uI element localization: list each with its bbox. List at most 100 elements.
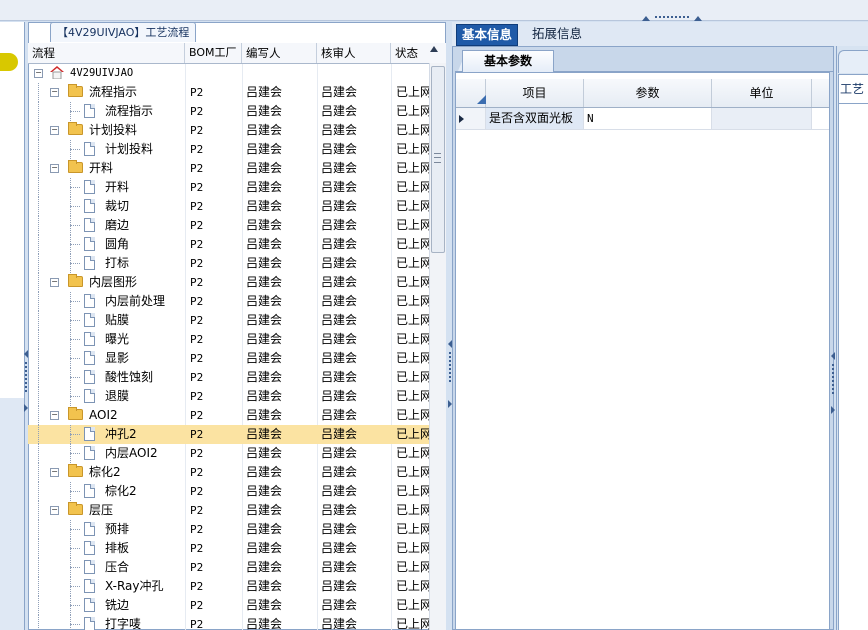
tab-extended-info[interactable]: 拓展信息 (527, 24, 587, 44)
select-all-icon[interactable] (477, 95, 486, 104)
collapse-node-icon[interactable]: − (50, 411, 59, 420)
tab-basic-params[interactable]: 基本参数 (462, 50, 554, 72)
grid-col-item[interactable]: 项目 (486, 79, 584, 107)
status-cell: 已上网 (396, 313, 429, 327)
bom-plant-cell: P2 (190, 200, 204, 213)
col-header-reviewer[interactable]: 核审人 (317, 43, 391, 63)
tree-connector-line (70, 615, 71, 630)
tree-leaf-node[interactable]: 磨边 P2 吕建会 吕建会 已上网 (28, 216, 429, 235)
tree-leaf-node[interactable]: 打标 P2 吕建会 吕建会 已上网 (28, 254, 429, 273)
tree-leaf-node[interactable]: 曝光 P2 吕建会 吕建会 已上网 (28, 330, 429, 349)
status-indicator-pill[interactable] (0, 53, 18, 71)
tree-node-label: 棕化2 (89, 465, 121, 479)
collapse-node-icon[interactable]: − (50, 164, 59, 173)
tree-connector-line (70, 149, 80, 150)
tree-leaf-node[interactable]: 压合 P2 吕建会 吕建会 已上网 (28, 558, 429, 577)
cell-unit[interactable] (712, 108, 812, 129)
tree-connector-line (70, 453, 80, 454)
document-icon (84, 218, 95, 232)
tree-connector-line (70, 434, 80, 435)
tree-node-label: 铣边 (105, 598, 130, 612)
writer-cell: 吕建会 (246, 427, 283, 441)
reviewer-cell: 吕建会 (321, 370, 358, 384)
tree-connector-line (70, 624, 80, 625)
tree-folder-node[interactable]: − 计划投料 P2 吕建会 吕建会 已上网 (28, 121, 429, 140)
col-header-bom-plant[interactable]: BOM工厂 (185, 43, 242, 63)
writer-cell: 吕建会 (246, 237, 283, 251)
tree-connector-line (38, 425, 39, 444)
tree-leaf-node[interactable]: 冲孔2 P2 吕建会 吕建会 已上网 (28, 425, 429, 444)
tree-connector-line (70, 225, 80, 226)
cell-param[interactable]: N (584, 108, 712, 129)
tree-leaf-node[interactable]: X-Ray冲孔 P2 吕建会 吕建会 已上网 (28, 577, 429, 596)
tree-connector-line (70, 358, 80, 359)
cell-item[interactable]: 是否含双面光板 (486, 108, 584, 129)
tree-connector-line (38, 444, 39, 463)
tree-leaf-node[interactable]: 圆角 P2 吕建会 吕建会 已上网 (28, 235, 429, 254)
collapse-node-icon[interactable]: − (50, 88, 59, 97)
expand-right-arrow-icon[interactable] (831, 406, 835, 414)
vertical-splitter-grip-right[interactable] (831, 364, 835, 424)
tree-node-label: 计划投料 (89, 123, 138, 137)
tree-leaf-node[interactable]: 显影 P2 吕建会 吕建会 已上网 (28, 349, 429, 368)
folder-icon (68, 84, 83, 97)
tree-folder-node[interactable]: − 内层图形 P2 吕建会 吕建会 已上网 (28, 273, 429, 292)
tree-leaf-node[interactable]: 开料 P2 吕建会 吕建会 已上网 (28, 178, 429, 197)
status-cell: 已上网 (396, 389, 429, 403)
tree-leaf-node[interactable]: 棕化2 P2 吕建会 吕建会 已上网 (28, 482, 429, 501)
col-header-status[interactable]: 状态 (391, 43, 429, 63)
document-icon (84, 446, 95, 460)
tree-connector-line (70, 444, 71, 463)
tree-leaf-node[interactable]: 内层AOI2 P2 吕建会 吕建会 已上网 (28, 444, 429, 463)
tree-node-label: 内层AOI2 (105, 446, 158, 460)
expand-up-arrow-icon[interactable] (694, 16, 702, 21)
tree-leaf-node[interactable]: 酸性蚀刻 P2 吕建会 吕建会 已上网 (28, 368, 429, 387)
tree-leaf-node[interactable]: 贴膜 P2 吕建会 吕建会 已上网 (28, 311, 429, 330)
tree-node-label: 开料 (105, 180, 130, 194)
collapse-node-icon[interactable]: − (50, 126, 59, 135)
col-header-process[interactable]: 流程 (28, 43, 185, 63)
tree-leaf-node[interactable]: 计划投料 P2 吕建会 吕建会 已上网 (28, 140, 429, 159)
tree-folder-node[interactable]: − 层压 P2 吕建会 吕建会 已上网 (28, 501, 429, 520)
tree-panel-tab[interactable]: 【4V29UIVJAO】工艺流程 (50, 22, 197, 42)
bom-plant-cell (190, 64, 244, 83)
collapse-node-icon[interactable]: − (34, 69, 43, 78)
bom-plant-cell: P2 (190, 618, 204, 630)
tree-folder-node[interactable]: − 流程指示 P2 吕建会 吕建会 已上网 (28, 83, 429, 102)
col-header-writer[interactable]: 编写人 (242, 43, 317, 63)
bom-plant-cell: P2 (190, 599, 204, 612)
document-icon (84, 484, 95, 498)
collapse-left-arrow-icon[interactable] (831, 352, 835, 360)
tab-basic-info[interactable]: 基本信息 (456, 24, 519, 46)
reviewer-cell: 吕建会 (321, 351, 358, 365)
tree-leaf-node[interactable]: 排板 P2 吕建会 吕建会 已上网 (28, 539, 429, 558)
tree-leaf-node[interactable]: 内层前处理 P2 吕建会 吕建会 已上网 (28, 292, 429, 311)
writer-cell: 吕建会 (246, 560, 283, 574)
writer-cell: 吕建会 (246, 484, 283, 498)
tree-connector-line (38, 349, 39, 368)
reviewer-cell: 吕建会 (321, 142, 358, 156)
tree-folder-node[interactable]: − 开料 P2 吕建会 吕建会 已上网 (28, 159, 429, 178)
writer-cell: 吕建会 (246, 199, 283, 213)
status-cell: 已上网 (396, 598, 429, 612)
collapse-up-arrow-icon[interactable] (642, 16, 650, 21)
tree-folder-node[interactable]: − 棕化2 P2 吕建会 吕建会 已上网 (28, 463, 429, 482)
tree-leaf-node[interactable]: 打字唛 P2 吕建会 吕建会 已上网 (28, 615, 429, 630)
tree-leaf-node[interactable]: 流程指示 P2 吕建会 吕建会 已上网 (28, 102, 429, 121)
grid-col-param[interactable]: 参数 (584, 79, 712, 107)
collapse-node-icon[interactable]: − (50, 468, 59, 477)
tree-node-label: 预排 (105, 522, 130, 536)
tree-root-node[interactable]: − 4V29UIVJAO (28, 64, 429, 83)
document-icon (84, 541, 95, 555)
collapse-node-icon[interactable]: − (50, 278, 59, 287)
tree-leaf-node[interactable]: 裁切 P2 吕建会 吕建会 已上网 (28, 197, 429, 216)
tree-leaf-node[interactable]: 退膜 P2 吕建会 吕建会 已上网 (28, 387, 429, 406)
scroll-up-arrow-icon[interactable] (430, 46, 438, 52)
tree-connector-line (70, 140, 71, 159)
grid-col-unit[interactable]: 单位 (712, 79, 812, 107)
tree-leaf-node[interactable]: 预排 P2 吕建会 吕建会 已上网 (28, 520, 429, 539)
collapse-node-icon[interactable]: − (50, 506, 59, 515)
tree-leaf-node[interactable]: 铣边 P2 吕建会 吕建会 已上网 (28, 596, 429, 615)
tree-folder-node[interactable]: − AOI2 P2 吕建会 吕建会 已上网 (28, 406, 429, 425)
tree-node-label: 计划投料 (105, 142, 154, 156)
